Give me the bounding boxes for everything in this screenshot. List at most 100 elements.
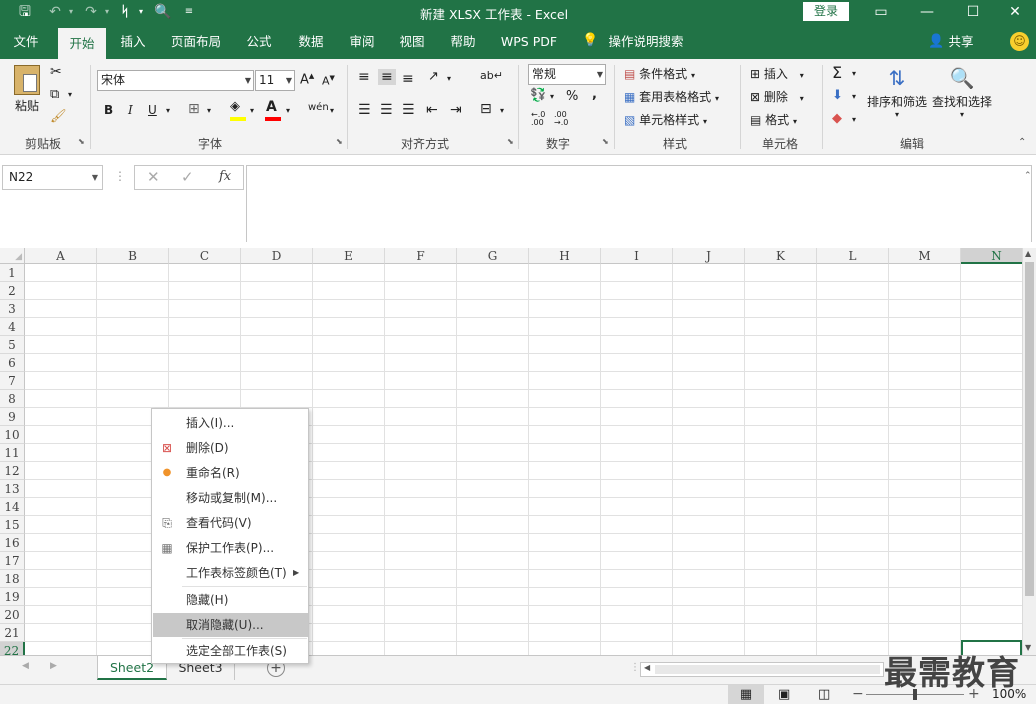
column-header-j[interactable]: J [673,248,745,264]
customize-qat-icon[interactable]: ≡ [178,2,200,22]
menu-item-unhide[interactable]: 取消隐藏(U)... [153,613,308,637]
tab-file[interactable]: 文件 [4,25,48,59]
cut-icon[interactable]: ✂ [50,64,62,80]
delete-cells-button[interactable]: ⊠ 删除 ▾ [750,88,804,105]
minimize-button[interactable]: — [904,0,950,25]
currency-dropdown-icon[interactable]: ▾ [550,92,554,101]
percent-button[interactable]: % [566,89,578,104]
tell-me-search[interactable]: 操作说明搜索 [606,25,686,59]
phonetic-dropdown-icon[interactable]: ▾ [330,106,334,115]
ribbon-display-icon[interactable]: ▭ [858,0,904,25]
row-header-12[interactable]: 12 [0,462,25,480]
menu-item-select-all-sheets[interactable]: 选定全部工作表(S) [153,639,308,663]
tab-insert[interactable]: 插入 [112,25,154,59]
next-sheet-icon[interactable]: ▶ [50,661,57,671]
share-button[interactable]: 共享 [946,25,976,59]
italic-button[interactable]: I [128,103,133,117]
print-preview-icon[interactable]: 🔍 [152,2,174,22]
scroll-thumb[interactable] [1025,262,1034,596]
font-color-dropdown-icon[interactable]: ▾ [286,106,290,115]
clipboard-launcher-icon[interactable]: ⬊ [78,137,85,146]
underline-button[interactable]: U [148,103,157,117]
row-header-7[interactable]: 7 [0,372,25,390]
insert-cells-button[interactable]: ⊞ 插入 ▾ [750,65,804,82]
column-header-e[interactable]: E [313,248,385,264]
name-box[interactable]: N22 ▼ [2,165,103,190]
menu-item-delete[interactable]: ⊠ 删除(D) [153,436,308,460]
cell-styles-button[interactable]: ▧ 单元格样式 ▾ [624,111,707,128]
select-all-button[interactable]: ◢ [0,248,25,264]
bold-button[interactable]: B [104,103,113,117]
autosum-dropdown-icon[interactable]: ▾ [852,69,856,78]
row-header-18[interactable]: 18 [0,570,25,588]
number-launcher-icon[interactable]: ⬊ [602,137,609,146]
page-break-view-icon[interactable]: ◫ [818,685,830,704]
alignment-launcher-icon[interactable]: ⬊ [507,137,514,146]
row-header-10[interactable]: 10 [0,426,25,444]
menu-item-view-code[interactable]: ⎘ 查看代码(V) [153,511,308,535]
column-header-a[interactable]: A [25,248,97,264]
row-header-8[interactable]: 8 [0,390,25,408]
insert-function-button[interactable]: fx [219,169,231,184]
expand-formula-icon[interactable]: ⌃ [1024,171,1032,181]
font-name-combo[interactable]: 宋体 ▼ [97,70,254,91]
column-header-k[interactable]: K [745,248,817,264]
tab-page-layout[interactable]: 页面布局 [164,25,228,59]
column-header-l[interactable]: L [817,248,889,264]
decrease-decimal-icon[interactable]: .00 →.0 [554,111,568,127]
font-size-combo[interactable]: 11 ▼ [255,70,295,91]
align-center-icon[interactable]: ☰ [380,102,393,118]
row-header-19[interactable]: 19 [0,588,25,606]
column-header-n[interactable]: N [961,248,1022,264]
scroll-down-icon[interactable]: ▼ [1025,643,1031,652]
conditional-format-button[interactable]: ▤ 条件格式 ▾ [624,65,695,82]
row-header-4[interactable]: 4 [0,318,25,336]
vertical-scrollbar[interactable]: ▲ ▼ [1022,248,1036,655]
format-cells-button[interactable]: ▤ 格式 ▾ [750,111,797,128]
row-header-22[interactable]: 22 [0,642,25,655]
wrap-text-icon[interactable]: ab↵ [480,69,503,82]
fill-dropdown-icon[interactable]: ▾ [852,92,856,101]
align-left-icon[interactable]: ☰ [358,102,371,118]
merge-center-icon[interactable]: ⊟ [480,101,492,117]
orientation-dropdown-icon[interactable]: ▾ [447,74,451,83]
merge-dropdown-icon[interactable]: ▾ [500,106,504,115]
fill-icon[interactable]: ⬇ [832,88,843,103]
column-header-i[interactable]: I [601,248,673,264]
underline-dropdown-icon[interactable]: ▾ [166,106,170,115]
close-button[interactable]: ✕ [992,0,1036,25]
column-header-h[interactable]: H [529,248,601,264]
tab-view[interactable]: 视图 [391,25,433,59]
fill-dropdown-icon[interactable]: ▾ [250,106,254,115]
column-header-m[interactable]: M [889,248,961,264]
tab-help[interactable]: 帮助 [442,25,484,59]
clear-dropdown-icon[interactable]: ▾ [852,115,856,124]
save-icon[interactable]: 🖫 [14,2,36,22]
column-header-b[interactable]: B [97,248,169,264]
enter-icon[interactable]: ✓ [181,168,194,186]
increase-decimal-icon[interactable]: ←.0.00 [531,111,545,127]
increase-font-icon[interactable]: A▲ [300,72,314,87]
find-select-button[interactable]: 🔍 查找和选择 ▾ [931,63,993,119]
menu-item-insert[interactable]: 插入(I)... [153,411,308,435]
number-format-combo[interactable]: 常规 ▼ [528,64,606,85]
normal-view-icon[interactable]: ▦ [728,685,764,704]
autosum-icon[interactable]: Σ [832,63,842,82]
row-header-2[interactable]: 2 [0,282,25,300]
copy-dropdown-icon[interactable]: ▾ [68,90,72,99]
touch-dropdown-icon[interactable]: ▾ [130,2,152,22]
sort-filter-button[interactable]: ⇅ 排序和筛选 ▾ [866,63,928,119]
smiley-feedback-icon[interactable]: ☺ [1010,32,1029,51]
row-header-14[interactable]: 14 [0,498,25,516]
zoom-out-icon[interactable]: − [852,685,864,704]
paste-button[interactable]: 粘贴 [10,65,44,114]
row-header-3[interactable]: 3 [0,300,25,318]
align-bottom-icon[interactable]: ≡ [402,71,414,87]
login-button[interactable]: 登录 [803,2,849,21]
tab-home[interactable]: 开始 [58,28,106,59]
menu-item-move-copy[interactable]: 移动或复制(M)... [153,486,308,510]
row-header-21[interactable]: 21 [0,624,25,642]
menu-item-hide[interactable]: 隐藏(H) [153,588,308,612]
tab-wps-pdf[interactable]: WPS PDF [496,25,562,59]
currency-icon[interactable]: 💱 [530,88,546,103]
